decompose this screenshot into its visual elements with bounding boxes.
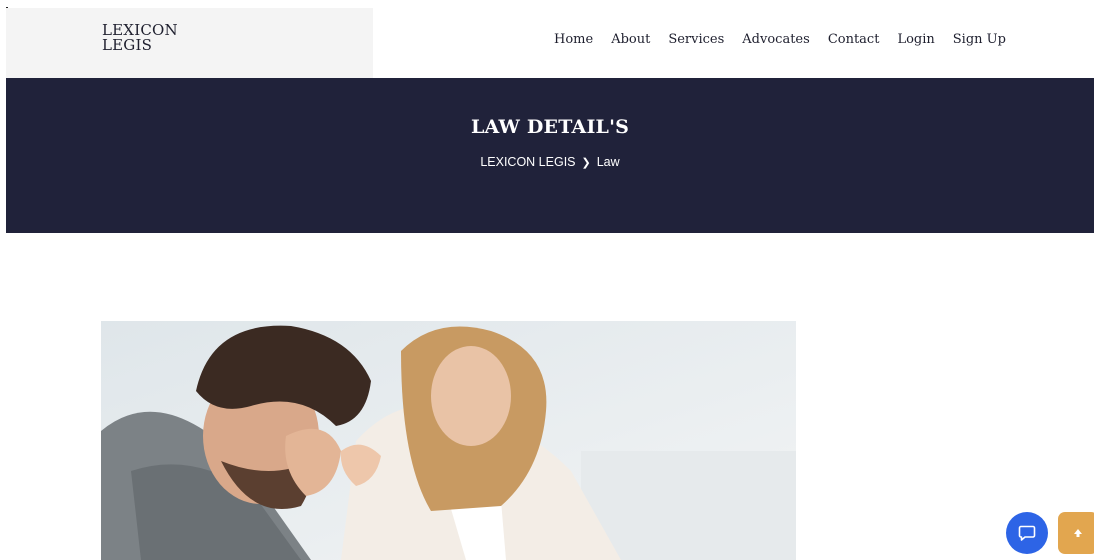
- nav-sign-up[interactable]: Sign Up: [953, 32, 1006, 47]
- page-title: LAW DETAIL'S: [470, 116, 630, 138]
- breadcrumb-current: Law: [596, 155, 620, 169]
- nav-contact[interactable]: Contact: [828, 32, 880, 47]
- breadcrumb-separator-icon: ❯: [581, 156, 591, 169]
- chat-button[interactable]: [1006, 512, 1048, 554]
- main-nav: Home About Services Advocates Contact Lo…: [554, 32, 1024, 47]
- page: LEXICON LEGIS Home About Services Advoca…: [6, 0, 1094, 560]
- nav-about[interactable]: About: [611, 32, 650, 47]
- breadcrumb-home-link[interactable]: LEXICON LEGIS: [480, 155, 575, 169]
- logo-line-2: LEGIS: [102, 36, 153, 54]
- page-hero: LAW DETAIL'S LEXICON LEGIS ❯ Law: [6, 78, 1094, 233]
- arrow-up-icon: [1074, 529, 1082, 537]
- nav-advocates[interactable]: Advocates: [742, 32, 810, 47]
- site-header: LEXICON LEGIS Home About Services Advoca…: [6, 8, 1094, 78]
- nav-login[interactable]: Login: [897, 32, 934, 47]
- site-logo[interactable]: LEXICON LEGIS: [102, 23, 178, 53]
- chat-bubble-icon: [1018, 525, 1036, 541]
- breadcrumb: LEXICON LEGIS ❯ Law: [6, 155, 1094, 169]
- back-to-top-button[interactable]: [1058, 512, 1094, 554]
- law-consultation-photo: [101, 321, 796, 560]
- nav-home[interactable]: Home: [554, 32, 593, 47]
- nav-services[interactable]: Services: [668, 32, 724, 47]
- logo-panel: LEXICON LEGIS: [6, 8, 373, 78]
